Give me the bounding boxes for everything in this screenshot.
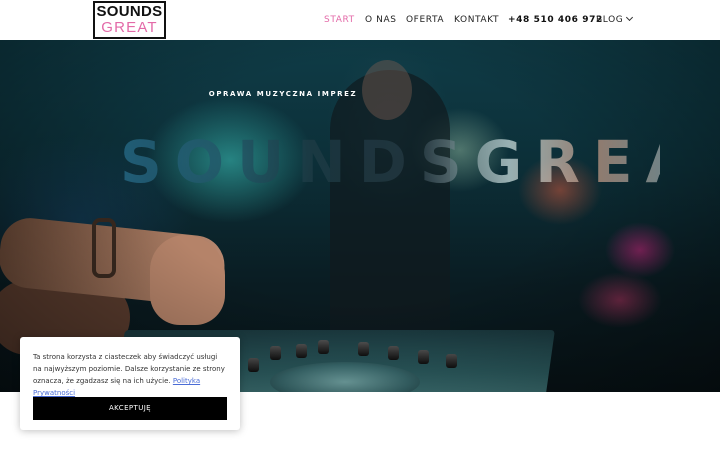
chevron-down-icon (626, 13, 634, 22)
nav-item-blog-label: BLOG (596, 15, 624, 25)
nav-item-kontakt[interactable]: KONTAKT (454, 14, 499, 26)
site-logo[interactable]: SOUNDS GREAT (93, 1, 166, 39)
nav-item-start[interactable]: START (324, 14, 355, 26)
logo-line-great: GREAT (101, 19, 158, 36)
hero-subtitle: OPRAWA MUZYCZNA IMPREZ (208, 90, 358, 98)
accept-cookies-button[interactable]: AKCEPTUJĘ (33, 397, 227, 420)
cookie-consent-banner: Ta strona korzysta z ciasteczek aby świa… (20, 337, 240, 430)
nav-item-oferta[interactable]: OFERTA (406, 14, 444, 26)
cookie-message: Ta strona korzysta z ciasteczek aby świa… (33, 351, 227, 399)
nav-item-phone[interactable]: +48 510 406 972 (508, 14, 603, 26)
hero-title: SOUNDSGREAT (120, 128, 720, 196)
nav-item-blog[interactable]: BLOG (596, 13, 634, 26)
site-header: SOUNDS GREAT START O NAS OFERTA KONTAKT … (0, 0, 720, 40)
nav-item-o-nas[interactable]: O NAS (365, 14, 397, 26)
logo-line-sounds: SOUNDS (96, 3, 163, 20)
